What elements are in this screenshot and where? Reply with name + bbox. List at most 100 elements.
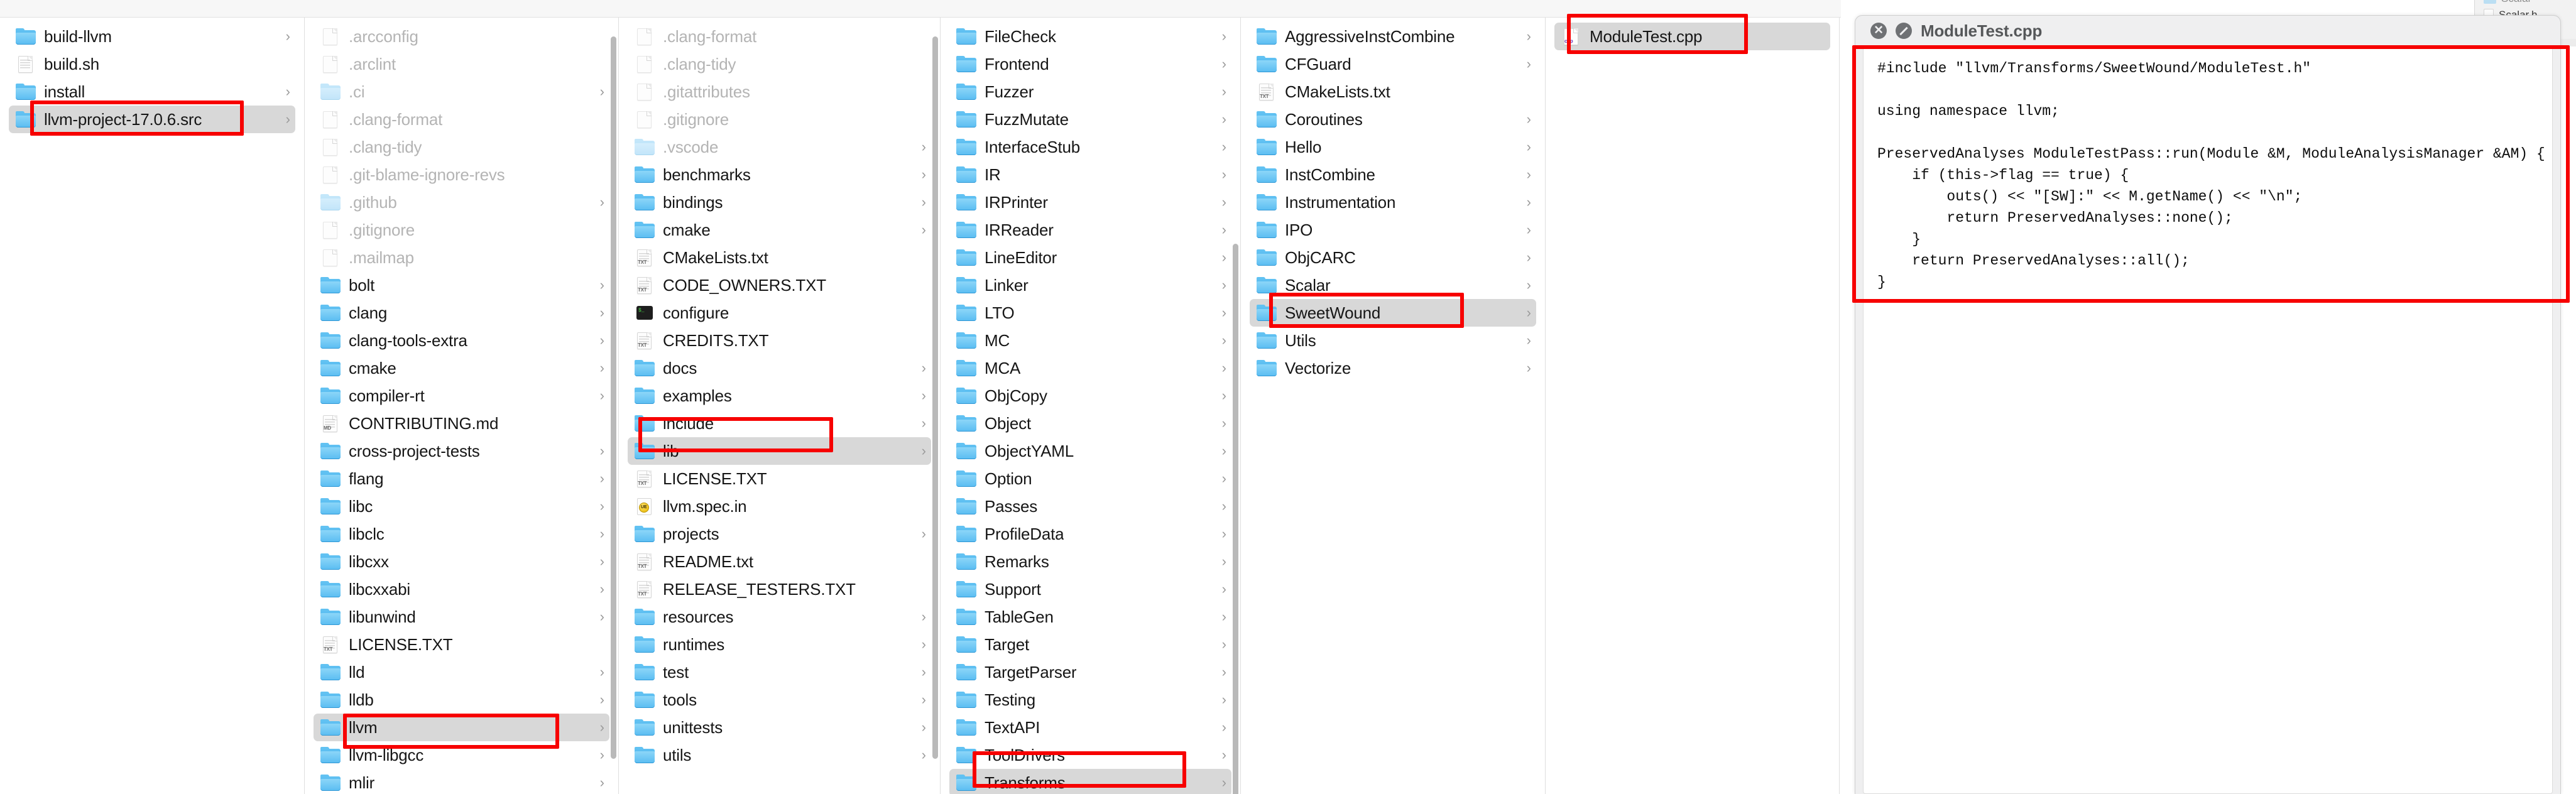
file-row[interactable]: bindings › xyxy=(628,188,931,216)
file-row[interactable]: Vectorize › xyxy=(1250,354,1536,382)
file-row[interactable]: .clang-format xyxy=(314,106,609,133)
chevron-right-icon[interactable]: › xyxy=(1216,721,1226,734)
chevron-right-icon[interactable]: › xyxy=(1216,444,1226,458)
chevron-right-icon[interactable]: › xyxy=(915,721,926,734)
file-row[interactable]: .git-blame-ignore-revs xyxy=(314,161,609,188)
chevron-right-icon[interactable]: › xyxy=(1520,334,1531,347)
file-row[interactable]: .vscode › xyxy=(628,133,931,161)
file-row[interactable]: MD CONTRIBUTING.md xyxy=(314,410,609,437)
chevron-right-icon[interactable]: › xyxy=(594,444,604,458)
file-row[interactable]: cpp ModuleTest.cpp xyxy=(1554,23,1830,50)
chevron-right-icon[interactable]: › xyxy=(594,195,604,209)
chevron-right-icon[interactable]: › xyxy=(1216,499,1226,513)
file-row[interactable]: MCA › xyxy=(949,354,1231,382)
file-row[interactable]: cmake › xyxy=(314,354,609,382)
file-row[interactable]: $_ configure xyxy=(628,299,931,327)
chevron-right-icon[interactable]: › xyxy=(915,195,926,209)
file-row[interactable]: Testing › xyxy=(949,686,1231,714)
chevron-right-icon[interactable]: › xyxy=(1216,251,1226,264)
chevron-right-icon[interactable]: › xyxy=(1216,665,1226,679)
chevron-right-icon[interactable]: › xyxy=(915,748,926,762)
file-row[interactable]: .clang-format xyxy=(628,23,931,50)
file-row[interactable]: LineEditor › xyxy=(949,244,1231,271)
chevron-right-icon[interactable]: › xyxy=(1520,306,1531,320)
chevron-right-icon[interactable]: › xyxy=(915,610,926,624)
file-row[interactable]: lldb › xyxy=(314,686,609,714)
chevron-right-icon[interactable]: › xyxy=(594,334,604,347)
file-row[interactable]: unittests › xyxy=(628,714,931,741)
file-row[interactable]: runtimes › xyxy=(628,631,931,658)
chevron-right-icon[interactable]: › xyxy=(1216,334,1226,347)
chevron-right-icon[interactable]: › xyxy=(915,416,926,430)
file-row[interactable]: TXT LICENSE.TXT xyxy=(314,631,609,658)
chevron-right-icon[interactable]: › xyxy=(1216,361,1226,375)
chevron-right-icon[interactable]: › xyxy=(1216,30,1226,43)
file-row[interactable]: build.sh xyxy=(9,50,295,78)
file-row[interactable]: .ci › xyxy=(314,78,609,106)
file-row[interactable]: InterfaceStub › xyxy=(949,133,1231,161)
chevron-right-icon[interactable]: › xyxy=(594,665,604,679)
file-row[interactable]: ObjCARC › xyxy=(1250,244,1536,271)
chevron-right-icon[interactable]: › xyxy=(1216,140,1226,154)
file-row[interactable]: .clang-tidy xyxy=(628,50,931,78)
file-row[interactable]: FileCheck › xyxy=(949,23,1231,50)
chevron-right-icon[interactable]: › xyxy=(915,361,926,375)
chevron-right-icon[interactable]: › xyxy=(915,527,926,541)
file-row[interactable]: TXT CMakeLists.txt xyxy=(628,244,931,271)
file-row[interactable]: IRReader › xyxy=(949,216,1231,244)
chevron-right-icon[interactable]: › xyxy=(594,85,604,99)
file-row[interactable]: .gitattributes xyxy=(628,78,931,106)
file-row[interactable]: llvm-libgcc › xyxy=(314,741,609,769)
file-row[interactable]: TXT RELEASE_TESTERS.TXT xyxy=(628,575,931,603)
file-row[interactable]: Scalar › xyxy=(1250,271,1536,299)
file-row[interactable]: bolt › xyxy=(314,271,609,299)
file-row[interactable]: .gitignore xyxy=(314,216,609,244)
chevron-right-icon[interactable]: › xyxy=(1520,168,1531,182)
file-row[interactable]: Target › xyxy=(949,631,1231,658)
chevron-right-icon[interactable]: › xyxy=(1520,278,1531,292)
file-row[interactable]: .mailmap xyxy=(314,244,609,271)
chevron-right-icon[interactable]: › xyxy=(915,665,926,679)
chevron-right-icon[interactable]: › xyxy=(594,389,604,403)
no-entry-circle-icon[interactable] xyxy=(1896,23,1912,39)
chevron-right-icon[interactable]: › xyxy=(1520,140,1531,154)
chevron-right-icon[interactable]: › xyxy=(1520,223,1531,237)
file-row[interactable]: flang › xyxy=(314,465,609,492)
file-row[interactable]: MC › xyxy=(949,327,1231,354)
chevron-right-icon[interactable]: › xyxy=(1216,776,1226,790)
close-circle-icon[interactable]: ✕ xyxy=(1870,23,1887,39)
chevron-right-icon[interactable]: › xyxy=(1216,527,1226,541)
chevron-right-icon[interactable]: › xyxy=(594,472,604,486)
file-row[interactable]: lib › xyxy=(628,437,931,465)
file-row[interactable]: TXT CMakeLists.txt xyxy=(1250,78,1536,106)
file-row[interactable]: examples › xyxy=(628,382,931,410)
chevron-right-icon[interactable]: › xyxy=(1216,85,1226,99)
chevron-right-icon[interactable]: › xyxy=(594,527,604,541)
file-row[interactable]: llvm-project-17.0.6.src › xyxy=(9,106,295,133)
chevron-right-icon[interactable]: › xyxy=(1216,278,1226,292)
file-row[interactable]: llvm.spec.in xyxy=(628,492,931,520)
file-row[interactable]: Hello › xyxy=(1250,133,1536,161)
file-row[interactable]: Utils › xyxy=(1250,327,1536,354)
chevron-right-icon[interactable]: › xyxy=(594,693,604,707)
chevron-right-icon[interactable]: › xyxy=(594,721,604,734)
file-row[interactable]: Remarks › xyxy=(949,548,1231,575)
file-row[interactable]: mlir › xyxy=(314,769,609,794)
file-row[interactable]: ObjCopy › xyxy=(949,382,1231,410)
chevron-right-icon[interactable]: › xyxy=(1216,748,1226,762)
file-row[interactable]: IPO › xyxy=(1250,216,1536,244)
file-row[interactable]: .github › xyxy=(314,188,609,216)
chevron-right-icon[interactable]: › xyxy=(594,776,604,790)
file-row[interactable]: ToolDrivers › xyxy=(949,741,1231,769)
file-row[interactable]: test › xyxy=(628,658,931,686)
chevron-right-icon[interactable]: › xyxy=(280,85,290,99)
file-row[interactable]: tools › xyxy=(628,686,931,714)
file-row[interactable]: build-llvm › xyxy=(9,23,295,50)
chevron-right-icon[interactable]: › xyxy=(915,638,926,651)
chevron-right-icon[interactable]: › xyxy=(594,278,604,292)
file-row[interactable]: compiler-rt › xyxy=(314,382,609,410)
file-row[interactable]: TXT LICENSE.TXT xyxy=(628,465,931,492)
chevron-right-icon[interactable]: › xyxy=(1216,195,1226,209)
chevron-right-icon[interactable]: › xyxy=(1216,610,1226,624)
file-row[interactable]: Fuzzer › xyxy=(949,78,1231,106)
